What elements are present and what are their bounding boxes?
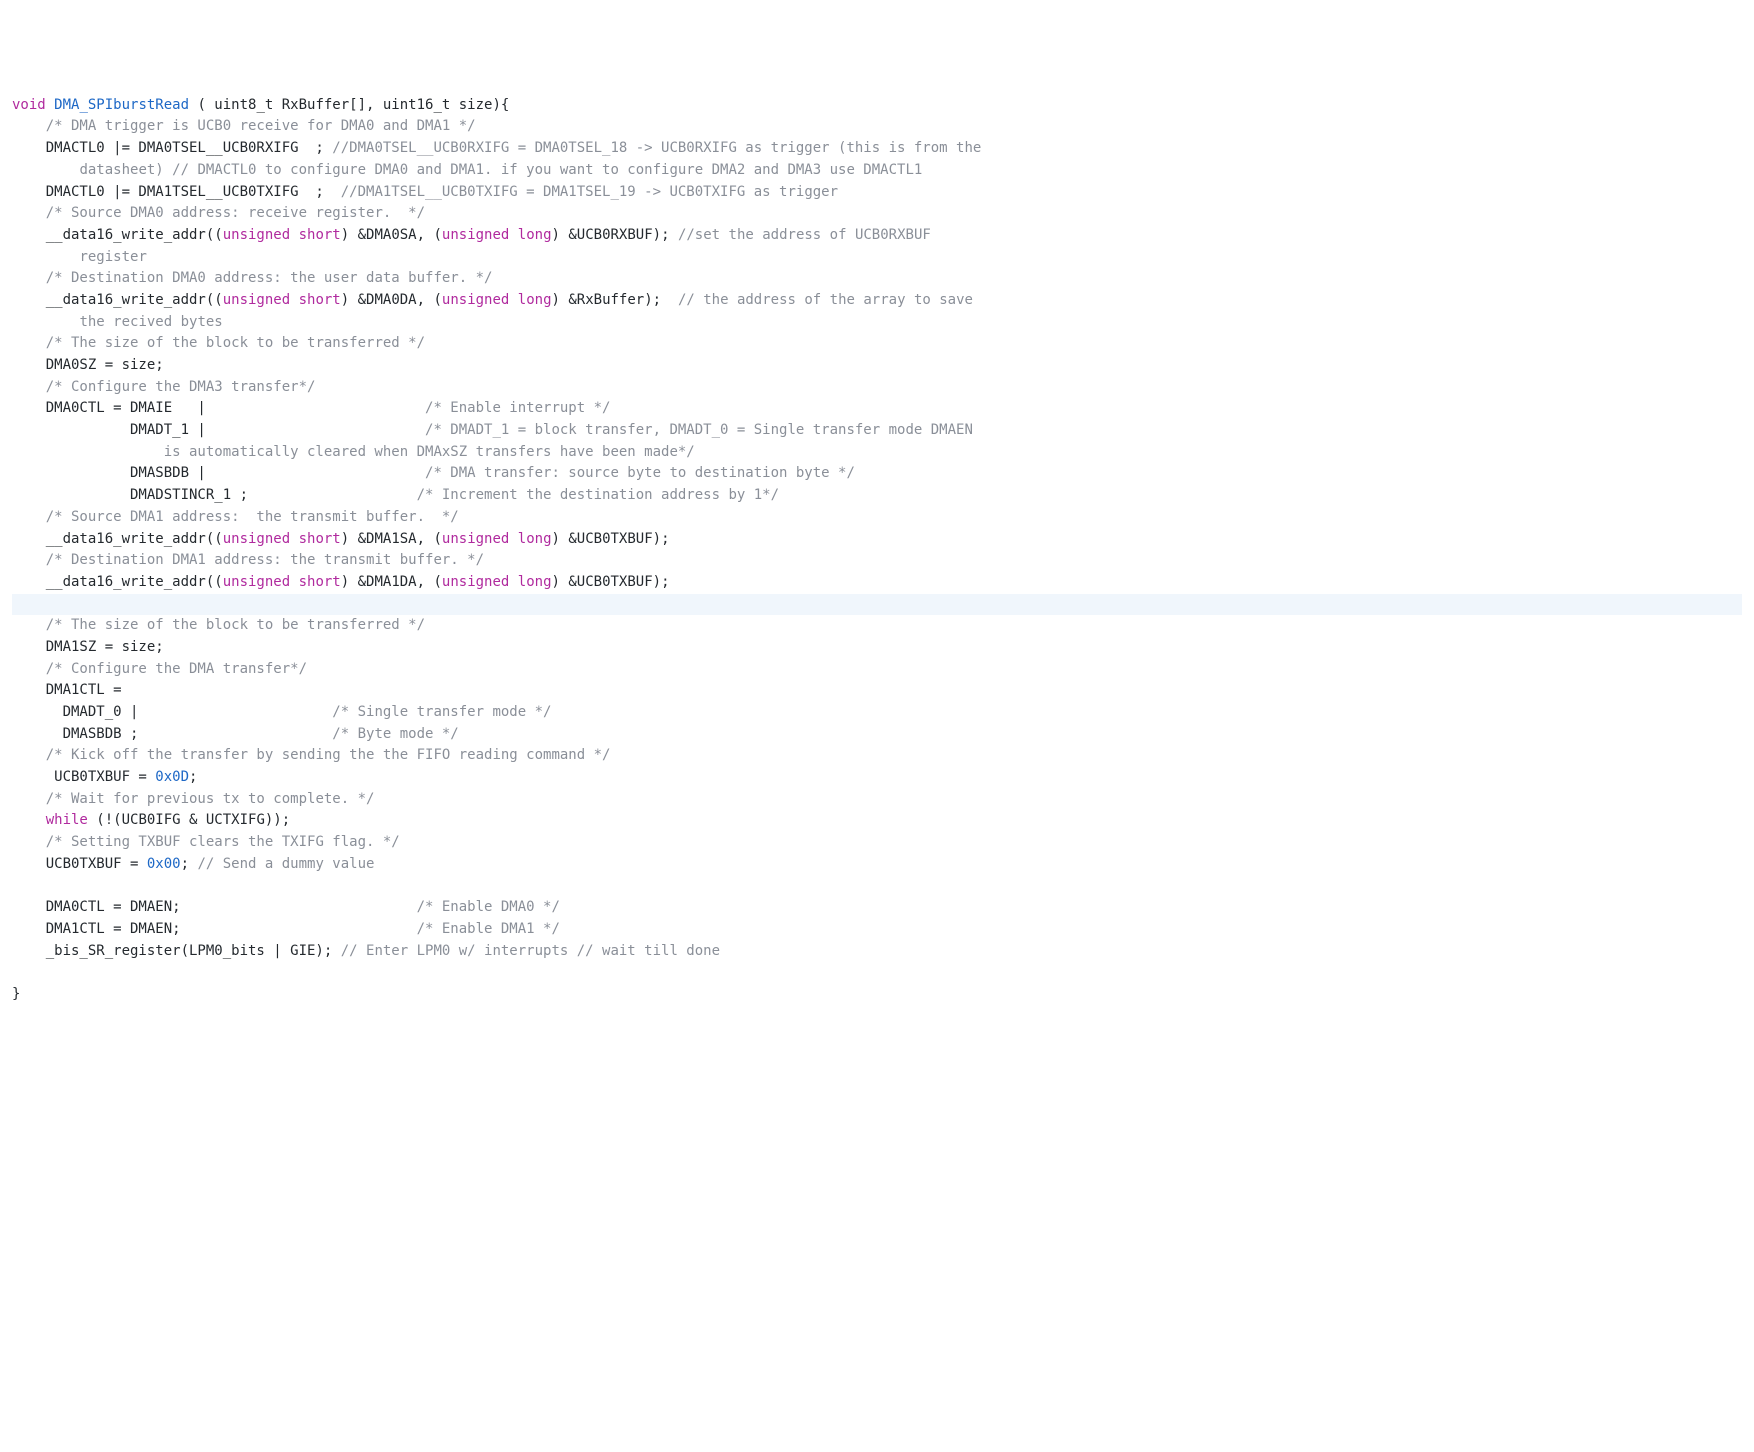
code-line: DMA1SZ = size;: [12, 639, 164, 655]
code-line: void DMA_SPIburstRead ( uint8_t RxBuffer…: [12, 97, 509, 113]
code-line: [12, 878, 20, 894]
code-line: DMASBDB ; /* Byte mode */: [12, 726, 459, 742]
code-line: DMA0CTL = DMAIE | /* Enable interrupt */: [12, 400, 610, 416]
code-line: __data16_write_addr((unsigned short) &DM…: [12, 227, 931, 243]
code-line: UCB0TXBUF = 0x00; // Send a dummy value: [12, 856, 374, 872]
code-line: /* Configure the DMA3 transfer*/: [12, 379, 315, 395]
code-line: /* Kick off the transfer by sending the …: [12, 747, 610, 763]
code-line: /* Wait for previous tx to complete. */: [12, 791, 374, 807]
code-line: /* Configure the DMA transfer*/: [12, 661, 307, 677]
code-line: DMADT_0 | /* Single transfer mode */: [12, 704, 551, 720]
code-line: DMASBDB | /* DMA transfer: source byte t…: [12, 465, 855, 481]
code-line: /* Setting TXBUF clears the TXIFG flag. …: [12, 834, 400, 850]
code-line: DMACTL0 |= DMA1TSEL__UCB0TXIFG ; //DMA1T…: [12, 184, 838, 200]
code-line: __data16_write_addr((unsigned short) &DM…: [12, 574, 670, 590]
code-line: /* Destination DMA1 address: the transmi…: [12, 552, 484, 568]
code-line: /* Source DMA0 address: receive register…: [12, 205, 425, 221]
code-line: DMA0CTL = DMAEN; /* Enable DMA0 */: [12, 899, 560, 915]
code-line: /* Source DMA1 address: the transmit buf…: [12, 509, 459, 525]
code-line: UCB0TXBUF = 0x0D;: [12, 769, 197, 785]
code-line: /* DMA trigger is UCB0 receive for DMA0 …: [12, 118, 476, 134]
code-block: void DMA_SPIburstRead ( uint8_t RxBuffer…: [12, 95, 1742, 1006]
code-line: register: [12, 249, 147, 265]
code-line: DMADSTINCR_1 ; /* Increment the destinat…: [12, 487, 779, 503]
code-line: /* The size of the block to be transferr…: [12, 335, 425, 351]
code-line: the recived bytes: [12, 314, 223, 330]
code-line: DMA1CTL = DMAEN; /* Enable DMA1 */: [12, 921, 560, 937]
code-line: DMACTL0 |= DMA0TSEL__UCB0RXIFG ; //DMA0T…: [12, 140, 981, 156]
code-line: }: [12, 986, 20, 1002]
code-line: DMA1CTL =: [12, 682, 122, 698]
code-line: /* The size of the block to be transferr…: [12, 617, 425, 633]
code-line: [12, 964, 20, 980]
code-line: [12, 594, 1742, 616]
code-line: DMA0SZ = size;: [12, 357, 164, 373]
code-line: __data16_write_addr((unsigned short) &DM…: [12, 292, 973, 308]
code-line: DMADT_1 | /* DMADT_1 = block transfer, D…: [12, 422, 973, 438]
code-line: datasheet) // DMACTL0 to configure DMA0 …: [12, 162, 922, 178]
code-line: while (!(UCB0IFG & UCTXIFG));: [12, 812, 290, 828]
code-line: __data16_write_addr((unsigned short) &DM…: [12, 531, 670, 547]
code-line: _bis_SR_register(LPM0_bits | GIE); // En…: [12, 943, 720, 959]
code-line: /* Destination DMA0 address: the user da…: [12, 270, 492, 286]
code-line: is automatically cleared when DMAxSZ tra…: [12, 444, 695, 460]
